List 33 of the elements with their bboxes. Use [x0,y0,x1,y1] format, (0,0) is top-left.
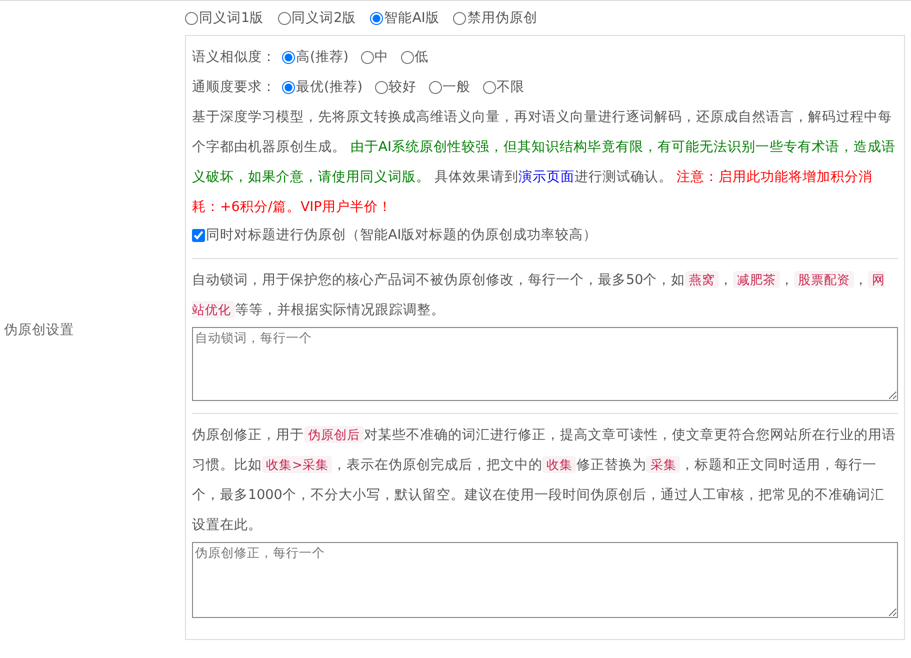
lock-words-description: 自动锁词，用于保护您的核心产品词不被伪原创修改，每行一个，最多50个，如 燕窝 ， 减肥茶 ， 股票配资 ， 网站优化 等等，并根据实际情况跟踪调整。 [192,270,886,320]
radio-button[interactable] [185,12,198,24]
checkbox[interactable] [192,228,205,242]
radio-label: 中 [374,48,389,66]
radio-button[interactable] [453,12,466,24]
radio-label: 智能AI版 [384,9,440,27]
radio-button[interactable] [374,80,388,94]
radio-label: 较好 [388,78,417,96]
radio-label: 低 [414,48,429,66]
checkbox-label: 同时对标题进行伪原创（智能AI版对标题的伪原创成功率较高） [206,226,598,244]
lock-words-field[interactable]: 自动锁词，每行一个 [192,327,898,401]
radio-label: 同义词1版 [199,9,264,27]
field-label: 语义相似度： [192,48,276,66]
radio-button[interactable] [282,80,295,94]
radio-button[interactable] [428,80,442,94]
radio-button[interactable] [282,50,295,64]
correction-description: 伪原创修正，用于 伪原创后 对某些不准确的词汇进行修正，提高文章可读性，使文章更符合您网站所在行业的用语习惯。比如 收集>采集 ，表示在伪原创完成后，把文中的 收集 修正替换为 采集 ，标题和正文同时适用，每行一个，最多1000个，不分大小写，默认留空。建议在使用一段时间伪原创后，通过人工审核，把常见的不准确词汇设置在此。 [192,425,897,535]
field-label: 通顺度要求： [192,78,276,96]
radio-label: 同义词2版 [292,9,356,27]
radio-label: 一般 [442,78,471,96]
ai-description: 基于深度学习模型，先将原文转换成高维语义向量，再对语义向量进行逐词解码，还原成自然语言，解码过程中每个字都由机器原创生成。 由于AI系统原创性较强，但其知识结构毕竟有限，有可能无法识别一些专有术语，造成语义破坏，如果介意，请使用同义词版。 具体效果请到演示页面进行测试确认。 注意：启用此功能将增加积分消耗：+6积分/篇。VIP用户半价！ [192,108,897,217]
demo-link[interactable]: 演示页面 [518,169,574,185]
radio-button[interactable] [370,12,384,24]
radio-label: 禁用伪原创 [467,9,538,27]
radio-label: 不限 [496,78,525,96]
radio-button[interactable] [360,50,374,64]
radio-button[interactable] [482,80,496,94]
radio-label: 高(推荐) [296,48,349,66]
radio-button[interactable] [278,12,291,24]
settings-label: 伪原创设置 [4,320,74,338]
radio-button[interactable] [400,50,414,64]
correction-field[interactable]: 伪原创修正，每行一个 [192,542,898,618]
radio-label: 最优(推荐) [296,78,363,96]
